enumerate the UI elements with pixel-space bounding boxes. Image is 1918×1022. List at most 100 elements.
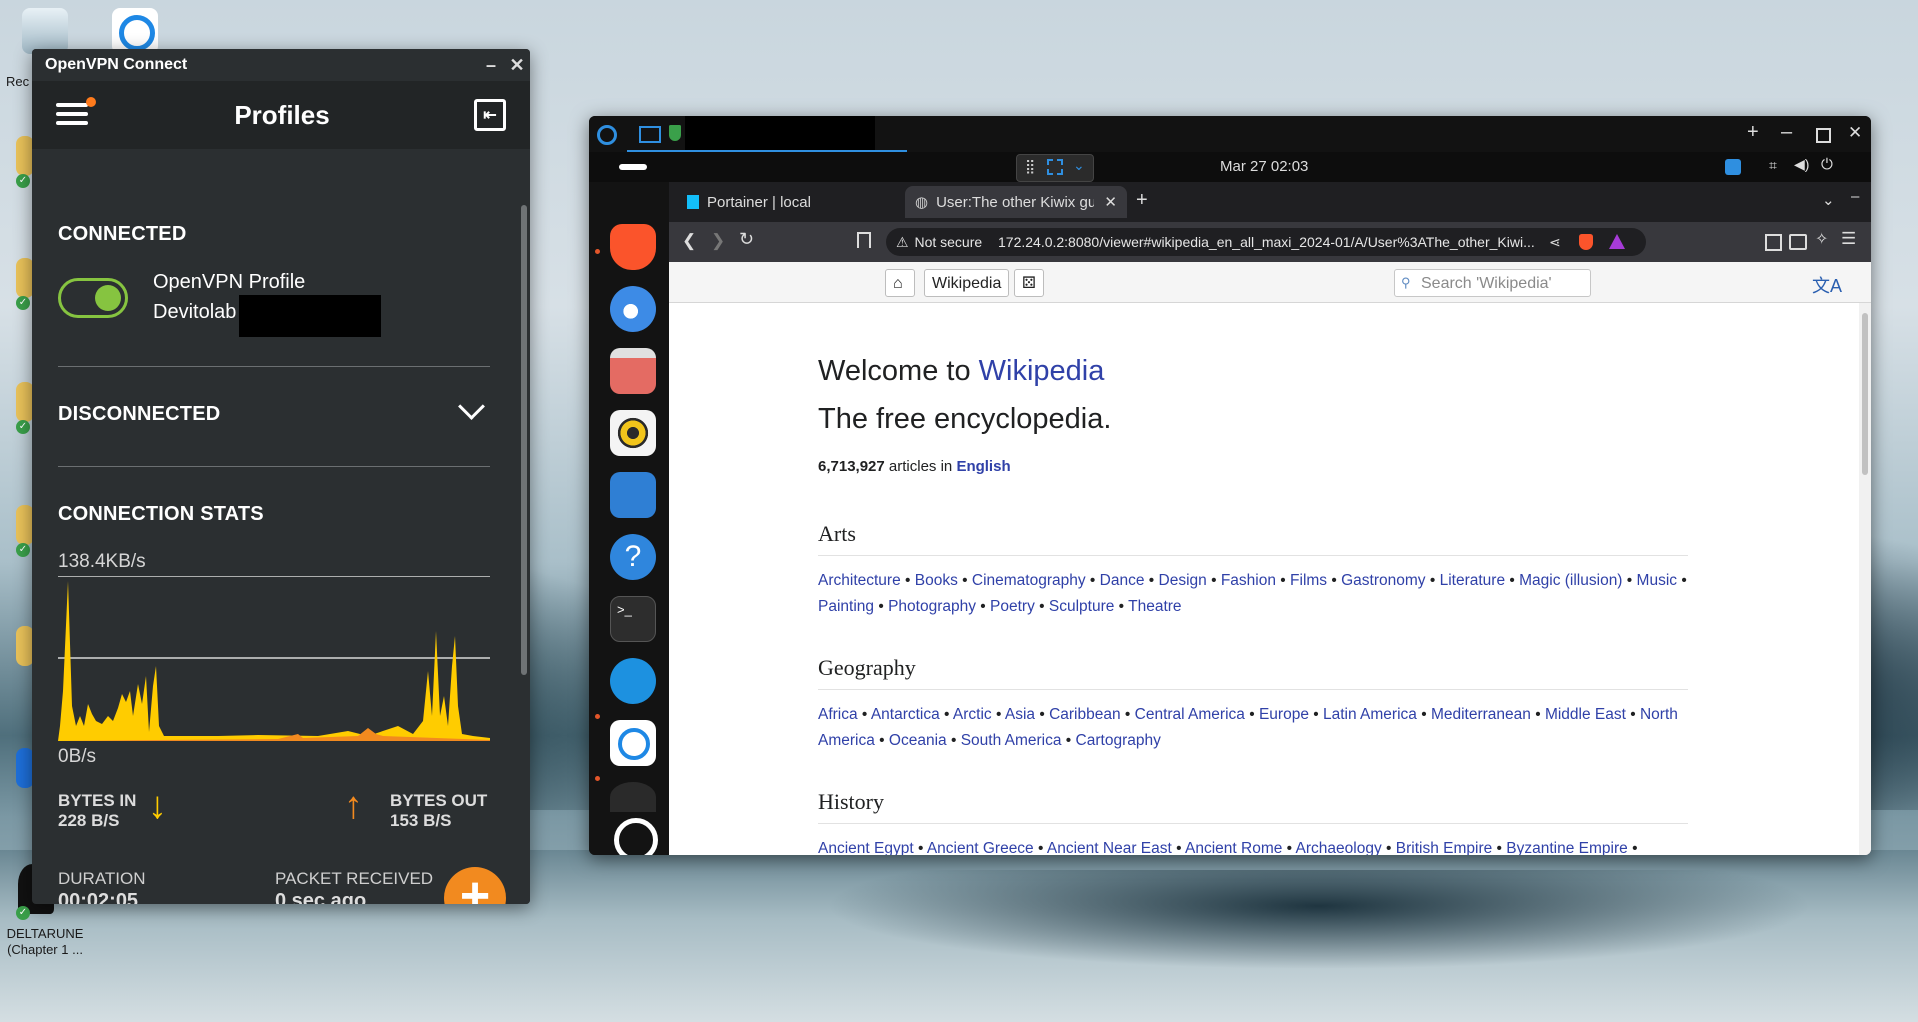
libreoffice-writer-icon[interactable] <box>610 472 656 518</box>
thunderbird-icon[interactable] <box>610 286 656 332</box>
wiki-link[interactable]: Music <box>1637 572 1677 589</box>
wiki-link[interactable]: Ancient Greece <box>927 840 1034 855</box>
wiki-link[interactable]: Ancient Near East <box>1047 840 1172 855</box>
wiki-link[interactable]: Oceania <box>889 732 947 749</box>
wiki-link[interactable]: Painting <box>818 598 874 615</box>
wiki-link[interactable]: Middle East <box>1545 706 1626 723</box>
url-text[interactable]: 172.24.0.2:8080/viewer#wikipedia_en_all_… <box>998 228 1553 256</box>
menu-icon[interactable] <box>56 97 96 127</box>
wiki-link[interactable]: Mediterranean <box>1431 706 1531 723</box>
recycle-bin-icon[interactable] <box>22 8 68 54</box>
wiki-link[interactable]: Films <box>1290 572 1327 589</box>
openvpn-shortcut-icon[interactable] <box>112 8 158 54</box>
wiki-link[interactable]: Central America <box>1135 706 1245 723</box>
new-tab-icon[interactable]: + <box>1747 121 1759 144</box>
profile-name[interactable]: OpenVPN Profile <box>153 271 305 294</box>
home-button[interactable]: ⌂ <box>885 269 915 297</box>
grid-icon[interactable]: ⣿ <box>1025 158 1035 175</box>
wallet-icon[interactable] <box>1789 234 1807 250</box>
app-icon[interactable] <box>610 782 656 812</box>
sidebar-toggle-icon[interactable] <box>1765 234 1782 251</box>
forward-icon[interactable]: ❯ <box>711 231 725 251</box>
chevron-down-icon[interactable]: ⌄ <box>1073 157 1085 174</box>
close-icon[interactable]: ✕ <box>1848 123 1862 143</box>
minimize-icon[interactable]: – <box>1851 188 1859 205</box>
brave-rewards-icon[interactable] <box>1609 234 1625 249</box>
add-profile-button[interactable]: + <box>444 867 506 904</box>
address-bar[interactable]: ⚠ Not secure 172.24.0.2:8080/viewer#wiki… <box>886 228 1646 256</box>
wiki-link[interactable]: Latin America <box>1323 706 1417 723</box>
docker-icon[interactable] <box>610 658 656 704</box>
english-link[interactable]: English <box>956 458 1010 475</box>
connection-toggle[interactable] <box>58 278 128 318</box>
remote-client-logo-icon[interactable] <box>597 125 617 145</box>
monitor-icon[interactable] <box>639 126 661 143</box>
remote-client-icon[interactable] <box>610 720 656 766</box>
wiki-link[interactable]: Magic (illusion) <box>1519 572 1622 589</box>
wiki-link[interactable]: Books <box>915 572 958 589</box>
wiki-link[interactable]: Europe <box>1259 706 1309 723</box>
bookmark-icon[interactable] <box>857 232 871 248</box>
tab-search-icon[interactable]: ⌄ <box>1822 191 1835 209</box>
brave-browser-icon[interactable] <box>610 224 656 270</box>
wiki-link[interactable]: Architecture <box>818 572 901 589</box>
wiki-link[interactable]: Sculpture <box>1049 598 1114 615</box>
wiki-link[interactable]: Asia <box>1005 706 1035 723</box>
translate-icon[interactable]: 文A <box>1812 272 1842 298</box>
menu-icon[interactable]: ☰ <box>1841 229 1856 249</box>
wiki-link[interactable]: Theatre <box>1128 598 1181 615</box>
wiki-link[interactable]: Byzantine Empire <box>1506 840 1627 855</box>
close-tab-icon[interactable]: ✕ <box>1104 193 1117 211</box>
power-icon[interactable]: ⏻ <box>1821 156 1833 173</box>
wiki-link[interactable]: Archaeology <box>1296 840 1382 855</box>
files-icon[interactable] <box>610 348 656 394</box>
volume-icon[interactable]: ◀) <box>1794 156 1809 173</box>
import-profile-icon[interactable]: ⇤ <box>474 99 506 131</box>
extensions-icon[interactable]: ✧ <box>1815 229 1828 249</box>
show-apps-icon[interactable] <box>614 818 658 855</box>
gnome-clock[interactable]: Mar 27 02:03 <box>1220 158 1308 175</box>
wiki-link[interactable]: Cartography <box>1076 732 1161 749</box>
close-icon[interactable]: ✕ <box>504 49 530 81</box>
page-scrollbar[interactable] <box>1859 303 1871 855</box>
brave-shields-icon[interactable] <box>1579 234 1593 250</box>
wiki-link[interactable]: Fashion <box>1221 572 1276 589</box>
wiki-link[interactable]: Dance <box>1100 572 1145 589</box>
scrollbar-thumb[interactable] <box>521 205 527 675</box>
library-home-button[interactable]: Wikipedia <box>924 269 1010 297</box>
tab-wikipedia[interactable]: ◍ User:The other Kiwix guy ✕ <box>905 186 1127 218</box>
terminal-icon[interactable]: >_ <box>610 596 656 642</box>
wiki-link[interactable]: South America <box>961 732 1062 749</box>
disconnected-heading[interactable]: DISCONNECTED <box>58 403 220 426</box>
rhythmbox-icon[interactable] <box>610 410 656 456</box>
warning-icon[interactable]: ⚠ <box>896 234 909 250</box>
app-indicator-icon[interactable] <box>1725 159 1741 175</box>
minimize-icon[interactable]: – <box>1781 121 1792 144</box>
kiwix-search-input[interactable]: Search 'Wikipedia' <box>1394 269 1591 297</box>
random-article-button[interactable]: ⚄ <box>1014 269 1044 297</box>
wiki-link[interactable]: Caribbean <box>1049 706 1121 723</box>
wiki-link[interactable]: Gastronomy <box>1341 572 1425 589</box>
network-icon[interactable]: ⌗ <box>1769 157 1777 174</box>
fullscreen-icon[interactable] <box>1047 159 1063 175</box>
activities-indicator[interactable] <box>619 164 647 170</box>
minimize-icon[interactable]: – <box>478 49 504 81</box>
wiki-link[interactable]: Ancient Rome <box>1185 840 1282 855</box>
window-titlebar[interactable]: OpenVPN Connect – ✕ <box>32 49 530 81</box>
wikipedia-link[interactable]: Wikipedia <box>979 355 1105 387</box>
page-scrollbar-thumb[interactable] <box>1862 313 1868 475</box>
wiki-link[interactable]: Antarctica <box>871 706 940 723</box>
wiki-link[interactable]: Design <box>1159 572 1207 589</box>
wiki-link[interactable]: Literature <box>1440 572 1505 589</box>
share-icon[interactable]: ⋖ <box>1549 228 1561 256</box>
help-icon[interactable]: ? <box>610 534 656 580</box>
remote-client-titlebar[interactable]: + – ✕ <box>589 116 1871 152</box>
profile-host[interactable]: Devitolab <box>153 301 236 324</box>
reload-icon[interactable]: ↻ <box>739 229 754 250</box>
wiki-link[interactable]: Poetry <box>990 598 1035 615</box>
wiki-link[interactable]: Cinematography <box>972 572 1086 589</box>
tab-portainer[interactable]: Portainer | local <box>677 186 899 218</box>
back-icon[interactable]: ❮ <box>682 231 696 251</box>
wiki-link[interactable]: Photography <box>888 598 976 615</box>
wiki-link[interactable]: Africa <box>818 706 858 723</box>
